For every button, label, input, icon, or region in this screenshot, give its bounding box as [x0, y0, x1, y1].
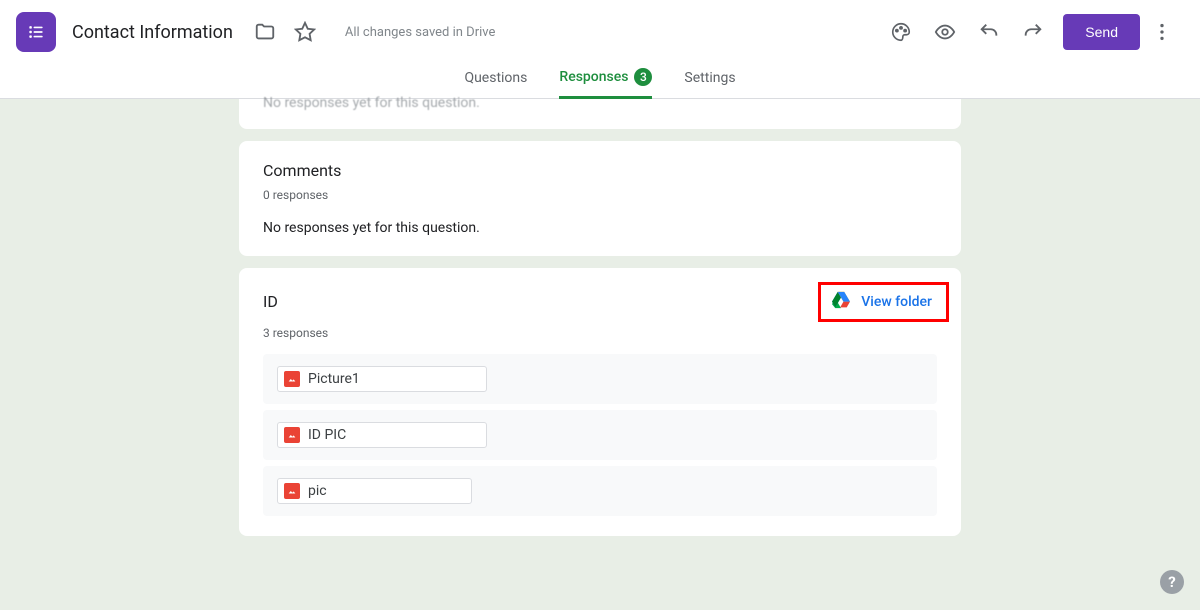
header-top-row: Contact Information All changes saved in… — [0, 0, 1200, 64]
move-to-folder-icon[interactable] — [245, 12, 285, 52]
customize-theme-icon[interactable] — [881, 12, 921, 52]
image-file-icon — [284, 427, 300, 443]
file-chip[interactable]: pic — [277, 478, 472, 504]
help-button[interactable]: ? — [1160, 570, 1184, 594]
file-name: pic — [308, 483, 327, 499]
file-chip[interactable]: ID PIC — [277, 422, 487, 448]
image-file-icon — [284, 483, 300, 499]
tabs-bar: Questions Responses 3 Settings — [0, 64, 1200, 99]
undo-icon[interactable] — [969, 12, 1009, 52]
file-response-row: pic — [263, 466, 937, 516]
responses-count-label: 0 responses — [263, 188, 937, 202]
image-file-icon — [284, 371, 300, 387]
file-name: ID PIC — [308, 427, 346, 443]
preview-icon[interactable] — [925, 12, 965, 52]
responses-count-badge: 3 — [634, 68, 652, 86]
no-responses-text: No responses yet for this question. — [263, 95, 937, 111]
view-folder-label: View folder — [861, 294, 932, 310]
send-button[interactable]: Send — [1063, 14, 1140, 50]
redo-icon[interactable] — [1013, 12, 1053, 52]
question-title: Comments — [263, 161, 937, 180]
form-title[interactable]: Contact Information — [72, 22, 233, 43]
tab-responses-label: Responses — [559, 69, 628, 85]
question-title: ID — [263, 292, 278, 311]
drive-icon — [831, 291, 851, 313]
file-response-row: Picture1 — [263, 354, 937, 404]
more-options-icon[interactable] — [1142, 12, 1182, 52]
id-card: ID View folder 3 responses Picture1 — [239, 268, 961, 536]
star-icon[interactable] — [285, 12, 325, 52]
app-header: Contact Information All changes saved in… — [0, 0, 1200, 99]
file-name: Picture1 — [308, 371, 360, 387]
responses-count-label: 3 responses — [263, 326, 937, 340]
view-folder-button[interactable]: View folder — [818, 282, 949, 322]
file-response-row: ID PIC — [263, 410, 937, 460]
responses-content: No responses yet for this question. Comm… — [239, 99, 961, 536]
file-chip[interactable]: Picture1 — [277, 366, 487, 392]
no-responses-text: No responses yet for this question. — [263, 220, 937, 236]
forms-logo[interactable] — [16, 12, 56, 52]
comments-card: Comments 0 responses No responses yet fo… — [239, 141, 961, 256]
save-status: All changes saved in Drive — [345, 25, 496, 40]
question-card-partial: No responses yet for this question. — [239, 99, 961, 129]
